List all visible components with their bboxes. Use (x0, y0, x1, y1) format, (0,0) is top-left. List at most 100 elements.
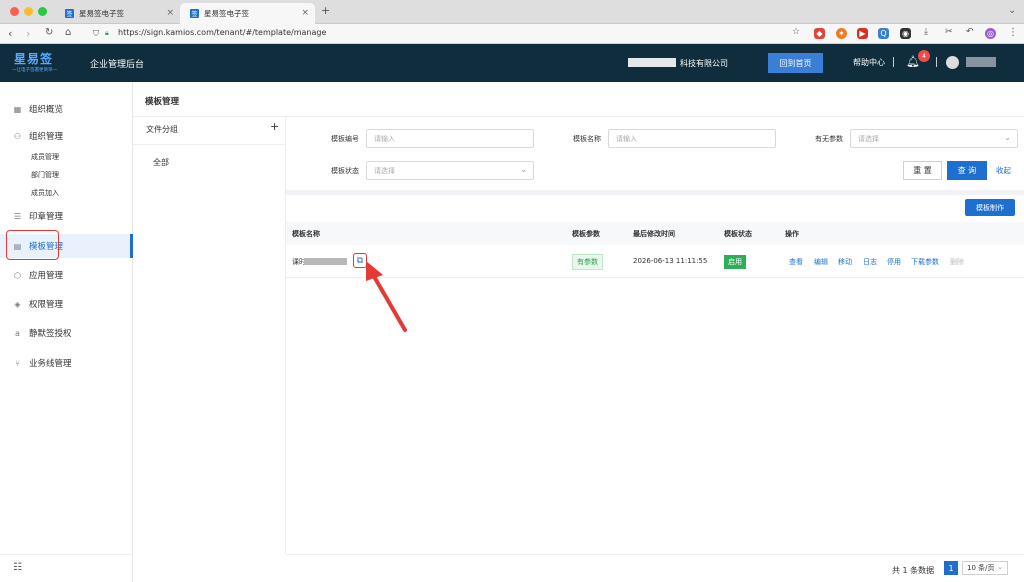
tab-list-icon[interactable]: ⌄ (1008, 5, 1016, 16)
extension-game-icon[interactable]: ◆ (814, 28, 825, 39)
tab-favicon: 签 (190, 9, 199, 18)
highlight-box (6, 230, 59, 260)
filter-param-label: 有无参数 (815, 135, 843, 143)
tab-close-icon[interactable]: × (301, 8, 309, 18)
branch-icon: ⑂ (15, 358, 20, 368)
collapse-menu-icon[interactable]: ☷ (13, 562, 22, 573)
new-tab-icon[interactable]: + (321, 4, 330, 17)
extension-orange-icon[interactable]: ✦ (836, 28, 847, 39)
status-badge: 启用 (724, 255, 746, 269)
folder-panel: 文件分组 + 全部 (133, 116, 286, 554)
folder-group-title: 文件分组 (146, 125, 178, 134)
template-code-input[interactable]: 请输入 (366, 129, 534, 148)
template-name-redacted (304, 258, 347, 265)
pagination-bar: 共 1 条数据 1 10 条/页 ⌄ (286, 554, 1024, 582)
sidebar-item-label: 应用管理 (29, 271, 64, 281)
maximize-window-button[interactable] (38, 7, 47, 16)
placeholder: 请输入 (374, 134, 395, 143)
query-button[interactable]: 查 询 (947, 161, 987, 180)
seal-icon: ☰ (13, 211, 22, 221)
edit-link[interactable]: 编辑 (814, 257, 828, 267)
reset-button[interactable]: 重 置 (903, 161, 942, 180)
page-number-button[interactable]: 1 (944, 561, 958, 575)
username-redacted[interactable] (966, 57, 996, 67)
move-link[interactable]: 移动 (838, 257, 852, 267)
sidebar-item-org[interactable]: ⚇ 组织管理 (0, 126, 133, 146)
shield-icon[interactable]: ⛉ (93, 29, 99, 39)
sidebar-item-business-line[interactable]: ⑂ 业务线管理 (0, 353, 133, 373)
extension-megaphone-icon[interactable]: ▶ (857, 28, 868, 39)
placeholder: 请选择 (374, 166, 395, 175)
company-name: 科技有限公司 (680, 59, 728, 68)
close-window-button[interactable] (10, 7, 19, 16)
browser-tab-1[interactable]: 签 星易签电子签 × (55, 3, 180, 24)
company-name-redacted (628, 58, 676, 67)
annotation-arrow (366, 261, 407, 332)
page-size-select[interactable]: 10 条/页 ⌄ (962, 561, 1008, 575)
download-icon[interactable]: ⤓ (924, 27, 928, 37)
sidebar-subitem-members[interactable]: 成员管理 (31, 152, 59, 162)
placeholder: 请选择 (858, 134, 879, 143)
has-param-select[interactable]: 请选择 ⌄ (850, 129, 1018, 148)
sidebar-item-label: 业务线管理 (29, 359, 72, 369)
browser-tab-2[interactable]: 签 星易签电子签 × (180, 3, 315, 24)
sidebar-item-seal[interactable]: ☰ 印章管理 (0, 206, 133, 226)
help-center-link[interactable]: 帮助中心 (853, 57, 885, 68)
table-header: 模板名称 模板参数 最后修改时间 模板状态 操作 (286, 222, 1024, 245)
avatar[interactable] (946, 56, 959, 69)
home-icon[interactable]: ⌂ (65, 27, 71, 38)
column-header: 模板参数 (572, 230, 600, 238)
divider (0, 554, 133, 555)
sidebar-subitem-join[interactable]: 成员加入 (31, 188, 59, 198)
column-header: 最后修改时间 (633, 230, 675, 238)
collapse-filters-link[interactable]: 收起 (996, 165, 1011, 176)
delete-link: 删除 (950, 258, 964, 266)
extension-q-icon[interactable]: Q (878, 28, 889, 39)
chevron-down-icon: ⌄ (997, 563, 1003, 571)
logo-tagline: 一让电子签署更简单一 (12, 68, 57, 73)
folder-all[interactable]: 全部 (153, 157, 169, 168)
reload-icon[interactable]: ↻ (45, 27, 53, 38)
chevron-down-icon: ⌄ (520, 165, 527, 174)
sidebar-item-label: 组织管理 (29, 132, 64, 142)
extension-camera-icon[interactable]: ◉ (900, 28, 911, 39)
forward-icon[interactable]: › (26, 27, 30, 40)
sidebar-item-silent-auth[interactable]: a 静默签授权 (0, 323, 133, 343)
admin-title: 企业管理后台 (90, 60, 145, 70)
param-tag: 有参数 (572, 254, 603, 270)
extension-purple-icon[interactable]: ◎ (985, 28, 996, 39)
column-header: 模板状态 (724, 230, 752, 238)
url-field[interactable]: https://sign.kamios.com/tenant/#/templat… (118, 28, 326, 37)
total-count: 共 1 条数据 (892, 566, 935, 575)
grid-icon: ▦ (13, 104, 22, 114)
menu-ellipsis-icon[interactable]: ⋮ (1008, 27, 1018, 38)
modified-time-cell: 2026-06-13 11:11:55 (633, 257, 708, 265)
undo-icon[interactable]: ↶ (966, 27, 974, 37)
browser-tab-bar: 签 星易签电子签 × 签 星易签电子签 × + ⌄ (0, 0, 1024, 24)
view-link[interactable]: 查看 (789, 257, 803, 267)
sidebar: ▦ 组织概览 ⚇ 组织管理 成员管理 部门管理 成员加入 ☰ 印章管理 ▤ 模板… (0, 82, 133, 582)
tab-close-icon[interactable]: × (166, 8, 174, 18)
template-name-input[interactable]: 请输入 (608, 129, 776, 148)
tab-favicon: 签 (65, 9, 74, 18)
download-params-link[interactable]: 下载参数 (911, 257, 939, 267)
sidebar-item-permission[interactable]: ◈ 权限管理 (0, 294, 133, 314)
add-folder-icon[interactable]: + (270, 120, 279, 133)
logo[interactable]: 星易签 (14, 50, 53, 67)
template-status-select[interactable]: 请选择 ⌄ (366, 161, 534, 180)
disable-link[interactable]: 停用 (887, 257, 901, 267)
back-home-button[interactable]: 回到首页 (768, 53, 823, 73)
divider (936, 57, 937, 67)
sidebar-subitem-departments[interactable]: 部门管理 (31, 170, 59, 180)
sidebar-item-label: 静默签授权 (29, 329, 72, 339)
bookmark-star-icon[interactable]: ☆ (792, 27, 800, 37)
back-icon[interactable]: ‹ (8, 27, 12, 40)
sidebar-item-overview[interactable]: ▦ 组织概览 (0, 99, 133, 119)
scissors-icon[interactable]: ✂ (945, 27, 953, 37)
make-template-button[interactable]: 模板制作 (965, 199, 1015, 216)
tab-title: 星易签电子签 (79, 9, 124, 18)
divider (893, 57, 894, 67)
log-link[interactable]: 日志 (863, 257, 877, 267)
minimize-window-button[interactable] (24, 7, 33, 16)
sidebar-item-apps[interactable]: ⬡ 应用管理 (0, 265, 133, 285)
